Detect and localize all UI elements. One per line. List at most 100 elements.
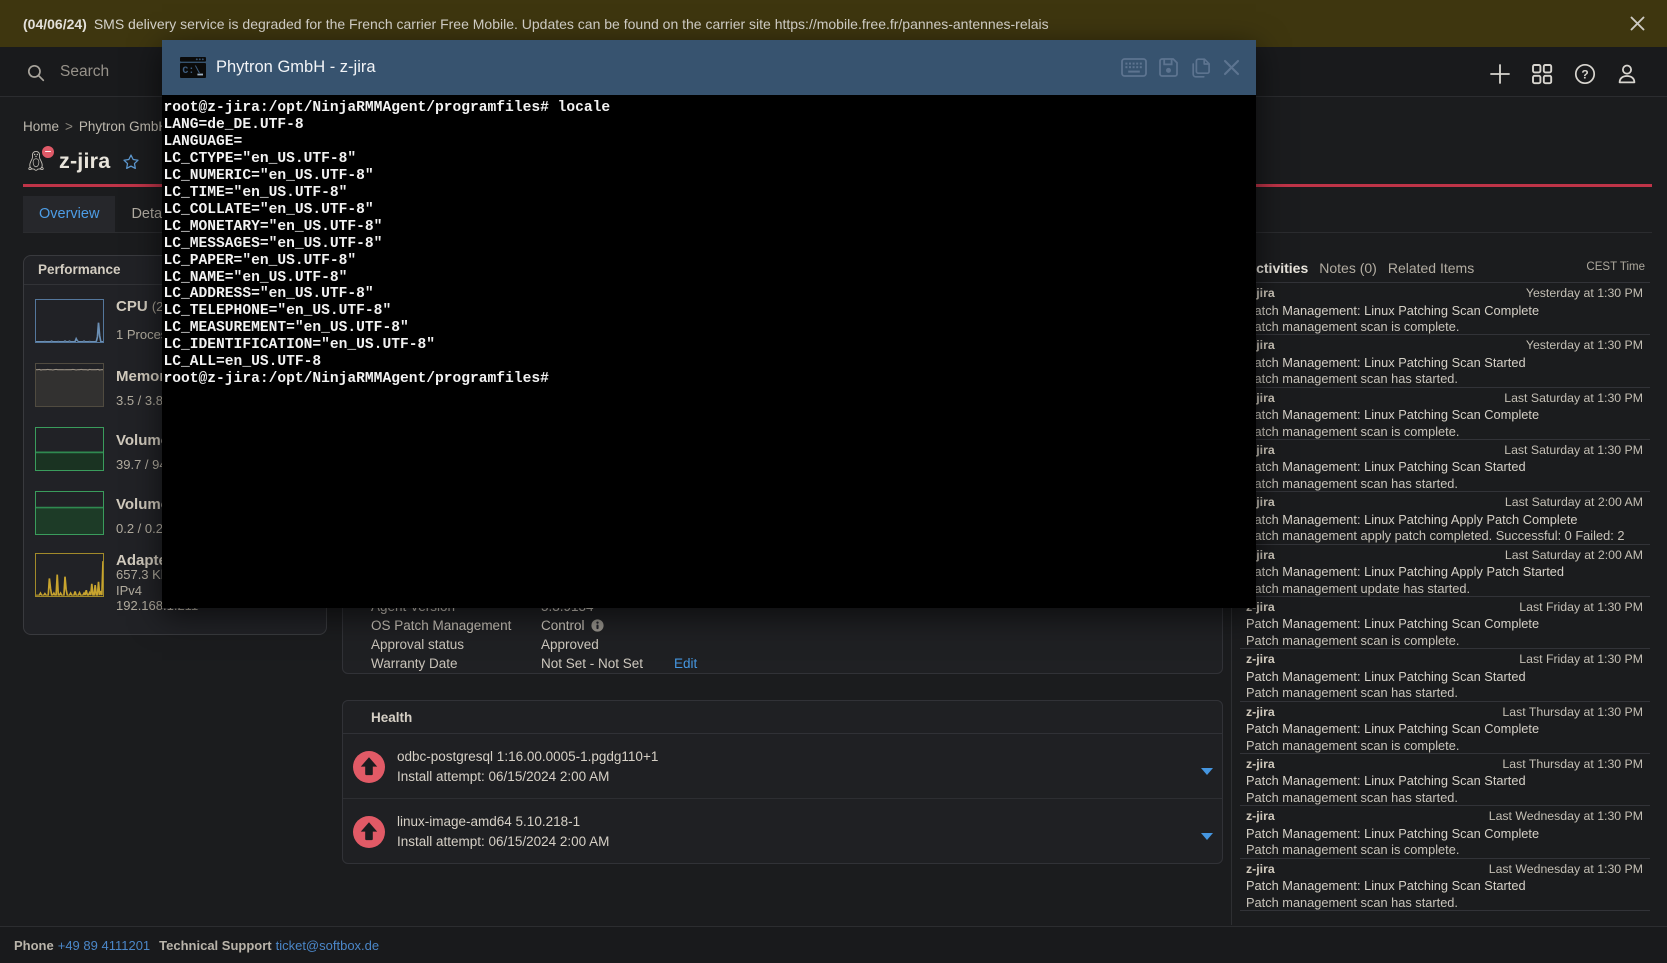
detail-label: OS Patch Management xyxy=(371,618,541,633)
activity-item[interactable]: z-jiraLast Saturday at 2:00 AMPatch Mana… xyxy=(1240,544,1650,596)
terminal-line: LC_TELEPHONE="en_US.UTF-8" xyxy=(164,303,1257,320)
activity-title: Patch Management: Linux Patching Scan St… xyxy=(1246,355,1526,370)
terminal-line: LC_MONETARY="en_US.UTF-8" xyxy=(164,219,1257,236)
phone-link[interactable]: +49 89 4111201 xyxy=(58,938,150,953)
breadcrumb: Home>Phytron GmbH xyxy=(23,119,168,134)
activity-device-name: z-jira xyxy=(1246,809,1275,823)
activity-title: Patch Management: Linux Patching Scan St… xyxy=(1246,773,1526,788)
activity-timestamp: Yesterday at 1:30 PM xyxy=(1526,286,1643,300)
patch-failed-icon xyxy=(353,816,385,848)
activity-item[interactable]: z-jiraLast Friday at 1:30 PMPatch Manage… xyxy=(1240,648,1650,700)
terminal-line: root@z-jira:/opt/NinjaRMMAgent/programfi… xyxy=(164,371,1257,388)
activity-timestamp: Last Saturday at 1:30 PM xyxy=(1504,443,1643,457)
health-row[interactable]: linux-image-amd64 5.10.218-1Install atte… xyxy=(343,798,1222,862)
install-attempt: Install attempt: 06/15/2024 2:00 AM xyxy=(397,834,609,849)
activity-description: Patch management scan is complete. xyxy=(1246,738,1459,753)
detail-label: Warranty Date xyxy=(371,656,541,671)
activity-timestamp: Last Friday at 1:30 PM xyxy=(1519,652,1643,666)
activity-timestamp: Last Saturday at 2:00 AM xyxy=(1505,548,1643,562)
banner-close-icon[interactable] xyxy=(1628,14,1647,33)
cpu-sparkline xyxy=(35,299,104,343)
tab-overview[interactable]: Overview xyxy=(23,196,115,232)
terminal-line: LANGUAGE= xyxy=(164,134,1257,151)
activity-title: Patch Management: Linux Patching Scan Co… xyxy=(1246,616,1539,631)
add-icon[interactable] xyxy=(1487,61,1513,87)
activity-item[interactable]: z-jiraLast Saturday at 1:30 PMPatch Mana… xyxy=(1240,387,1650,439)
terminal-modal: C:\ Phytron GmbH - z-jira xyxy=(162,40,1256,608)
activity-title: Patch Management: Linux Patching Scan St… xyxy=(1246,459,1526,474)
banner-date: (04/06/24) xyxy=(23,16,87,32)
activity-description: Patch management apply patch completed. … xyxy=(1246,528,1624,543)
activity-timestamp: Last Wednesday at 1:30 PM xyxy=(1489,809,1643,823)
performance-title: Performance xyxy=(38,262,121,277)
terminal-line: LC_MEASUREMENT="en_US.UTF-8" xyxy=(164,320,1257,337)
breadcrumb-organization[interactable]: Phytron GmbH xyxy=(79,119,168,134)
activity-list: z-jira Yesterday at 1:30 PM Patch Manageme… xyxy=(1240,282,1650,910)
timezone-label: CEST Time xyxy=(1586,261,1645,273)
favorite-star-icon[interactable] xyxy=(122,153,140,171)
phone-label: Phone xyxy=(14,938,54,953)
activity-title: Patch Management: Linux Patching Apply P… xyxy=(1246,564,1564,579)
info-icon[interactable] xyxy=(591,619,604,632)
terminal-line: LC_MESSAGES="en_US.UTF-8" xyxy=(164,236,1257,253)
activity-item[interactable]: z-jiraLast Saturday at 2:00 AMPatch Mana… xyxy=(1240,491,1650,543)
activity-title: Patch Management: Linux Patching Scan Co… xyxy=(1246,407,1539,422)
activity-timestamp: Last Saturday at 2:00 AM xyxy=(1505,495,1643,509)
edit-link[interactable]: Edit xyxy=(674,656,697,671)
activity-item[interactable]: z-jiraLast Wednesday at 1:30 PMPatch Man… xyxy=(1240,805,1650,857)
activity-item[interactable]: z-jiraLast Friday at 1:30 PMPatch Manage… xyxy=(1240,596,1650,648)
support-email-link[interactable]: ticket@softbox.de xyxy=(276,938,380,953)
tab-related-items[interactable]: Related Items xyxy=(1388,260,1474,276)
activity-description: Patch management scan has started. xyxy=(1246,685,1458,700)
health-title: Health xyxy=(371,710,412,725)
terminal-modal-titlebar[interactable]: C:\ Phytron GmbH - z-jira xyxy=(162,40,1256,95)
activity-timestamp: Last Wednesday at 1:30 PM xyxy=(1489,862,1643,876)
terminal-output[interactable]: root@z-jira:/opt/NinjaRMMAgent/programfi… xyxy=(162,95,1256,608)
install-attempt: Install attempt: 06/15/2024 2:00 AM xyxy=(397,769,658,784)
device-name: z-jira xyxy=(59,149,110,174)
terminal-line: LC_NAME="en_US.UTF-8" xyxy=(164,270,1257,287)
detail-label: Approval status xyxy=(371,637,541,652)
divider xyxy=(1240,910,1650,911)
activity-device-name: z-jira xyxy=(1246,705,1275,719)
activity-item[interactable]: z-jiraLast Saturday at 1:30 PMPatch Mana… xyxy=(1240,439,1650,491)
activity-item[interactable]: z-jiraLast Wednesday at 1:30 PMPatch Man… xyxy=(1240,858,1650,910)
activity-title: Patch Management: Linux Patching Scan St… xyxy=(1246,878,1526,893)
minus-icon xyxy=(45,151,51,153)
activity-description: Patch management update has started. xyxy=(1246,581,1470,596)
activity-description: Patch management scan has started. xyxy=(1246,790,1458,805)
activity-title: Patch Management: Linux Patching Scan Co… xyxy=(1246,721,1539,736)
apps-grid-icon[interactable] xyxy=(1529,61,1555,87)
detail-value: Not Set - Not Set xyxy=(541,656,643,671)
keyboard-icon[interactable] xyxy=(1121,58,1147,77)
breadcrumb-home[interactable]: Home xyxy=(23,119,59,134)
health-row[interactable]: odbc-postgresql 1:16.00.0005-1.pgdg110+1… xyxy=(343,734,1222,798)
terminal-modal-actions xyxy=(1121,40,1240,95)
activity-item[interactable]: z-jiraLast Thursday at 1:30 PMPatch Mana… xyxy=(1240,701,1650,753)
activity-description: Patch management scan is complete. xyxy=(1246,319,1459,334)
terminal-line: LC_IDENTIFICATION="en_US.UTF-8" xyxy=(164,337,1257,354)
activity-description: Patch management scan has started. xyxy=(1246,371,1458,386)
activity-title: Patch Management: Linux Patching Scan St… xyxy=(1246,669,1526,684)
copy-icon[interactable] xyxy=(1190,57,1212,79)
activity-item[interactable]: z-jiraLast Thursday at 1:30 PMPatch Mana… xyxy=(1240,753,1650,805)
activity-description: Patch management scan has started. xyxy=(1246,895,1458,910)
terminal-line: LC_PAPER="en_US.UTF-8" xyxy=(164,253,1257,270)
activity-item[interactable]: z-jiraYesterday at 1:30 PMPatch Manageme… xyxy=(1240,334,1650,386)
package-name: odbc-postgresql 1:16.00.0005-1.pgdg110+1 xyxy=(397,749,658,764)
save-icon[interactable] xyxy=(1158,57,1179,78)
activity-item[interactable]: z-jiraYesterday at 1:30 PMPatch Manageme… xyxy=(1240,282,1650,334)
user-icon[interactable] xyxy=(1614,61,1640,87)
terminal-line: LANG=de_DE.UTF-8 xyxy=(164,117,1257,134)
activity-description: Patch management scan is complete. xyxy=(1246,842,1459,857)
expand-caret-icon[interactable] xyxy=(1201,833,1213,840)
activity-timestamp: Last Thursday at 1:30 PM xyxy=(1502,757,1643,771)
memory-sparkline xyxy=(35,363,104,407)
expand-caret-icon[interactable] xyxy=(1201,768,1213,775)
help-icon[interactable]: ? xyxy=(1572,61,1598,87)
search-icon[interactable] xyxy=(27,64,45,82)
tab-notes[interactable]: Notes (0) xyxy=(1319,260,1377,276)
terminal-close-icon[interactable] xyxy=(1223,59,1240,76)
detail-row: Warranty DateNot Set - Not Set Edit xyxy=(371,654,697,673)
terminal-line: LC_NUMERIC="en_US.UTF-8" xyxy=(164,168,1257,185)
